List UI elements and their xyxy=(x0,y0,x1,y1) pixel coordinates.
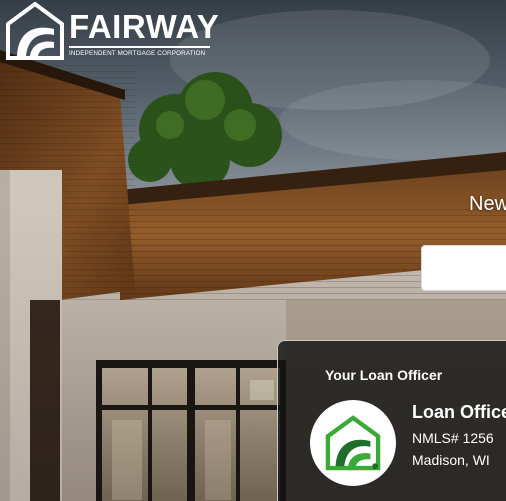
loan-officer-section-title: Your Loan Officer xyxy=(325,367,443,383)
loan-officer-card[interactable]: Your Loan Officer Loan Office NMLS# 1256… xyxy=(277,340,506,501)
loan-officer-location: Madison, WI xyxy=(412,452,490,468)
fairway-logo-icon xyxy=(325,415,381,471)
brand-tagline: INDEPENDENT MORTGAGE CORPORATION xyxy=(69,50,206,57)
loan-officer-name: Loan Office xyxy=(412,402,506,422)
loan-officer-nmls: NMLS# 1256 xyxy=(412,430,494,446)
brand-name: FAIRWAY xyxy=(69,8,220,45)
fairway-house-logo-icon xyxy=(6,2,64,60)
loan-officer-avatar xyxy=(310,400,396,486)
brand-divider xyxy=(69,46,210,48)
fairway-logo[interactable]: FAIRWAY INDEPENDENT MORTGAGE CORPORATION xyxy=(6,2,220,60)
hero-search-input[interactable] xyxy=(421,245,506,291)
page: FAIRWAY INDEPENDENT MORTGAGE CORPORATION… xyxy=(0,0,506,501)
hero-heading: New xyxy=(469,193,506,215)
